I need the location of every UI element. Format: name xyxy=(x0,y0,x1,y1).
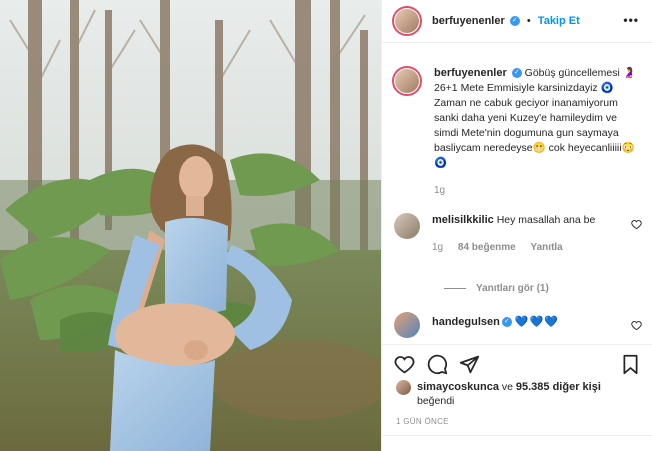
likes-summary: simaycoskunca ve 95.385 diğer kişi beğen… xyxy=(396,380,601,408)
commenter-avatar[interactable] xyxy=(394,312,420,338)
separator-dot: • xyxy=(526,15,531,27)
comment-meta: 1g 84 beğenme Yanıtla xyxy=(432,240,622,255)
share-send-icon[interactable] xyxy=(459,354,480,375)
verified-badge-icon: ✓ xyxy=(501,317,512,328)
comment-item: melisilkkilic Hey masallah ana be 1g 84 … xyxy=(392,213,644,255)
comment-item: handegulsen ✓ 💙💙💙 xyxy=(392,312,644,338)
caption-author-username[interactable]: berfuyenenler xyxy=(434,67,507,79)
caption-text: Göbüş güncellemesi 🤰 26+1 Mete Emmisiyle… xyxy=(434,67,636,169)
post-header: berfuyenenler ✓ • Takip Et ••• xyxy=(382,0,652,43)
comment-body: handegulsen ✓ 💙💙💙 xyxy=(432,312,622,338)
likes-suffix: beğendi xyxy=(417,395,455,407)
post-photo[interactable] xyxy=(0,0,381,451)
reply-button[interactable]: Yanıtla xyxy=(531,242,563,253)
commenter-avatar[interactable] xyxy=(394,213,420,239)
view-replies-button[interactable]: Yanıtları gör (1) xyxy=(444,283,549,294)
like-heart-icon[interactable] xyxy=(394,354,415,375)
comment-likes-count[interactable]: 84 beğenme xyxy=(458,242,516,253)
comment-text: 💙💙💙 xyxy=(514,316,559,328)
caption-author-avatar[interactable] xyxy=(392,66,422,96)
comment-body: melisilkkilic Hey masallah ana be 1g 84 … xyxy=(432,213,622,255)
others-count[interactable]: 95.385 diğer kişi xyxy=(516,381,601,393)
post-caption: berfuyenenler ✓ Göbüş güncellemesi 🤰 26+1… xyxy=(392,66,644,198)
author-info: berfuyenenler ✓ • Takip Et xyxy=(432,15,580,27)
post-action-bar xyxy=(382,344,652,384)
comment-like-heart-icon[interactable] xyxy=(631,219,642,230)
post-date[interactable]: 1 GÜN ÖNCE xyxy=(396,417,449,426)
author-username[interactable]: berfuyenenler xyxy=(432,15,505,27)
commenter-username[interactable]: melisilkkilic xyxy=(432,214,494,226)
footer-divider xyxy=(382,435,652,436)
more-options-icon[interactable]: ••• xyxy=(623,13,639,27)
verified-badge-icon: ✓ xyxy=(509,16,520,27)
caption-timestamp[interactable]: 1g xyxy=(434,183,644,198)
liker-avatar[interactable] xyxy=(396,380,411,395)
comment-like-heart-icon[interactable] xyxy=(631,320,642,331)
follow-button[interactable]: Takip Et xyxy=(538,15,580,27)
commenter-username[interactable]: handegulsen xyxy=(432,316,500,328)
post-side-panel: berfuyenenler ✓ • Takip Et ••• berfuyene… xyxy=(381,0,652,451)
comment-bubble-icon[interactable] xyxy=(427,354,448,375)
caption-body: berfuyenenler ✓ Göbüş güncellemesi 🤰 26+1… xyxy=(434,66,644,198)
comment-text: Hey masallah ana be xyxy=(496,214,596,226)
liker-username[interactable]: simaycoskunca xyxy=(417,381,499,393)
comment-timestamp[interactable]: 1g xyxy=(432,242,443,253)
post-photo-illustration xyxy=(0,0,381,451)
view-replies-label: Yanıtları gör (1) xyxy=(476,283,549,294)
likes-text: simaycoskunca ve 95.385 diğer kişi beğen… xyxy=(417,380,601,408)
replies-divider-line xyxy=(444,288,466,289)
bookmark-save-icon[interactable] xyxy=(620,354,641,375)
author-avatar[interactable] xyxy=(392,6,422,36)
likes-connector: ve xyxy=(501,381,513,393)
verified-badge-icon: ✓ xyxy=(511,68,522,79)
